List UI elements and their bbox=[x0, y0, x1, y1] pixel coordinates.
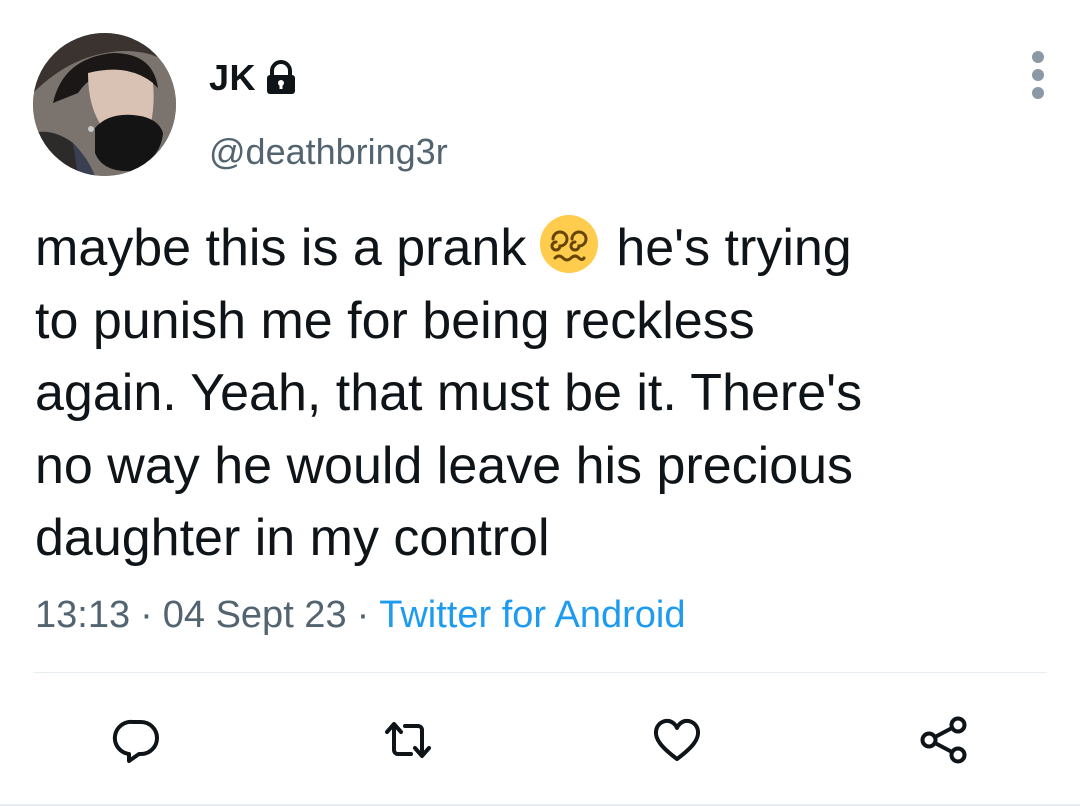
tweet-date[interactable]: 04 Sept 23 bbox=[163, 594, 347, 636]
tweet-line: to punish me for being reckless bbox=[35, 291, 755, 350]
tweet-source-link[interactable]: Twitter for Android bbox=[379, 594, 685, 636]
lock-icon bbox=[262, 59, 300, 97]
tweet-line: daughter in my control bbox=[35, 509, 550, 567]
like-button[interactable] bbox=[651, 714, 703, 766]
reply-icon bbox=[112, 719, 159, 763]
tweet-line: no way he would leave his precious bbox=[35, 436, 854, 495]
handle[interactable]: @deathbring3r bbox=[209, 132, 448, 172]
divider bbox=[33, 672, 1047, 673]
tweet-line: maybe this is a prank he's trying bbox=[35, 212, 1055, 285]
tweet-line: again. Yeah, that must be it. There's bbox=[35, 364, 863, 422]
share-button[interactable] bbox=[918, 714, 970, 766]
more-options-icon[interactable] bbox=[1023, 48, 1053, 104]
meta-separator: · bbox=[140, 594, 153, 636]
display-name[interactable]: JK bbox=[209, 58, 300, 98]
avatar[interactable] bbox=[33, 33, 176, 176]
share-icon bbox=[920, 716, 967, 764]
tweet-text: maybe this is a prank he's trying to pun… bbox=[35, 212, 1055, 575]
retweet-button[interactable] bbox=[382, 714, 434, 766]
reply-button[interactable] bbox=[111, 714, 163, 766]
like-icon bbox=[653, 718, 701, 761]
tweet-meta: 13:13 · 04 Sept 23 · Twitter for Android bbox=[35, 593, 685, 637]
display-name-text: JK bbox=[209, 57, 257, 98]
profile-photo bbox=[33, 33, 176, 176]
dizzy-face-emoji-icon bbox=[538, 213, 600, 275]
retweet-icon bbox=[385, 722, 431, 758]
tweet-text-segment: he's trying bbox=[616, 219, 852, 277]
tweet-time[interactable]: 13:13 bbox=[35, 594, 130, 636]
meta-separator: · bbox=[356, 594, 370, 636]
tweet-text-segment: maybe this is a prank bbox=[35, 219, 527, 277]
